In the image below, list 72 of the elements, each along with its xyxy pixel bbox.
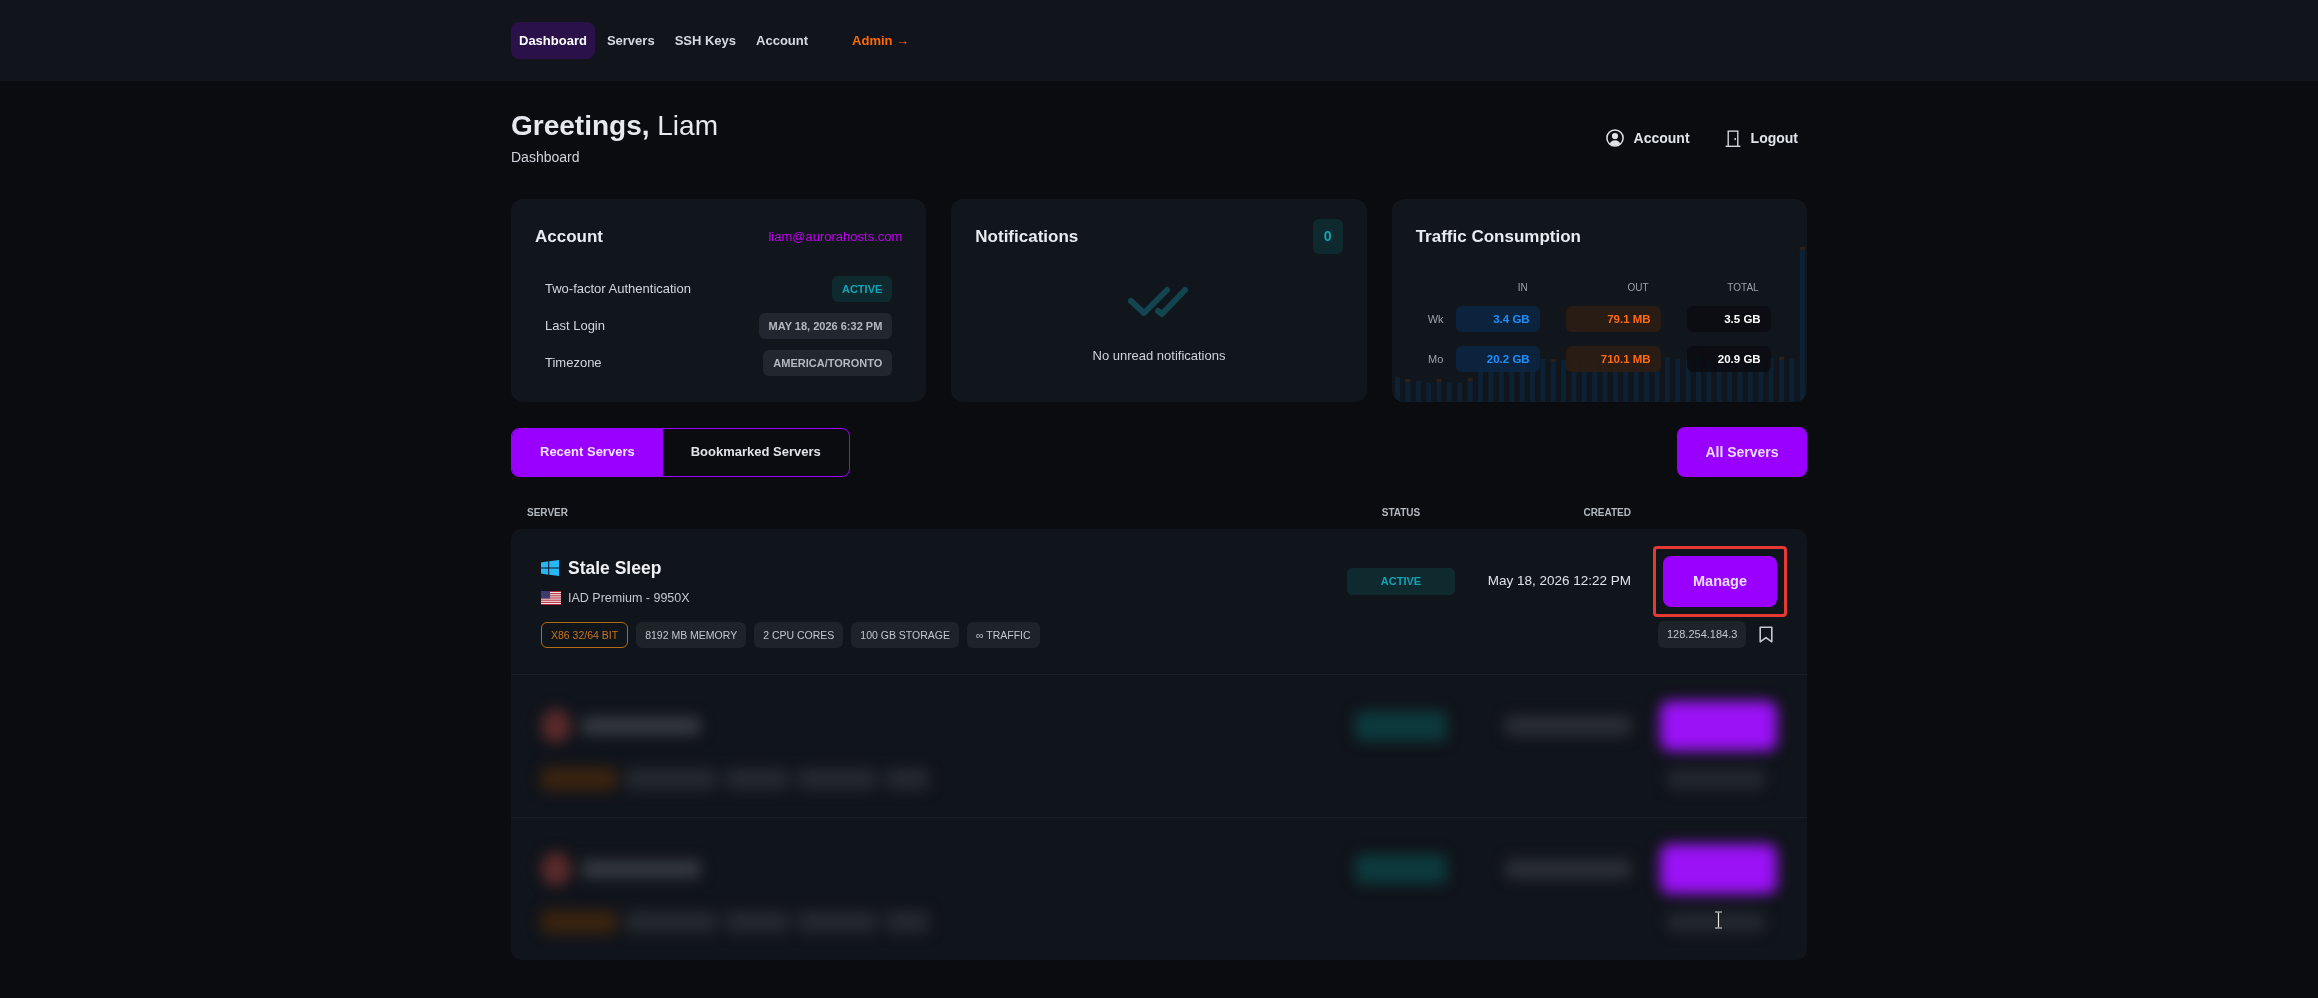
logout-link[interactable]: Logout xyxy=(1724,129,1798,147)
greeting-heading: Greetings, Liam xyxy=(511,109,718,143)
column-header: CREATED xyxy=(1583,506,1631,520)
setting-label: Last Login xyxy=(545,316,605,335)
column-header: STATUS xyxy=(1381,506,1421,520)
value-badge: AMERICA/TORONTO xyxy=(763,349,893,376)
traffic-bar xyxy=(1436,379,1442,402)
server-name: Stale Sleep xyxy=(568,556,662,579)
us-flag-icon xyxy=(541,590,561,605)
traffic-total-value: 20.9 GB xyxy=(1686,346,1771,372)
ip-address: 128.254.184.3 xyxy=(1658,621,1747,648)
column-header: TOTAL xyxy=(1726,281,1760,295)
traffic-bar xyxy=(1664,357,1670,402)
setting-label: Timezone xyxy=(545,353,602,372)
spec-tag: 100 GB STORAGE xyxy=(851,621,960,648)
empty-state-text: No unread notifications xyxy=(1092,347,1226,365)
column-header: OUT xyxy=(1626,281,1650,295)
traffic-in-value: 20.2 GB xyxy=(1455,346,1540,372)
traffic-bar xyxy=(1467,378,1473,402)
traffic-bar xyxy=(1789,359,1795,402)
traffic-bar xyxy=(1425,383,1431,402)
architecture-tag: X86 32/64 BIT xyxy=(541,621,629,648)
all-servers-button[interactable]: All Servers xyxy=(1677,427,1807,477)
card-title: Notifications xyxy=(975,225,1079,248)
row-label: Wk xyxy=(1426,311,1445,327)
traffic-bar xyxy=(1446,382,1452,402)
traffic-bar xyxy=(1550,359,1556,402)
traffic-bar xyxy=(1456,383,1462,402)
nav-link[interactable]: Servers xyxy=(598,22,663,59)
spec-tag: ∞ TRAFFIC xyxy=(967,621,1040,648)
nav-link[interactable]: Dashboard xyxy=(511,22,595,59)
double-check-icon xyxy=(1128,286,1190,317)
row-label: Mo xyxy=(1427,351,1445,367)
text-cursor-icon xyxy=(1714,911,1723,929)
notification-count-badge: 0 xyxy=(1312,219,1343,254)
traffic-bar xyxy=(1415,381,1421,402)
bookmark-icon[interactable] xyxy=(1759,626,1774,643)
manage-button[interactable]: Manage xyxy=(1663,556,1777,607)
card-title: Traffic Consumption xyxy=(1415,225,1581,248)
traffic-bar xyxy=(1540,359,1545,402)
spec-tag: 2 CPU CORES xyxy=(754,621,844,648)
nav-link[interactable]: Account xyxy=(748,22,817,59)
server-tab[interactable]: Recent Servers xyxy=(512,428,663,476)
traffic-bar xyxy=(1405,379,1411,402)
status-badge: ACTIVE xyxy=(1347,568,1455,595)
traffic-bar xyxy=(1477,370,1483,402)
traffic-bar xyxy=(1394,377,1400,402)
server-tab[interactable]: Bookmarked Servers xyxy=(662,428,849,476)
admin-link[interactable]: Admin → xyxy=(844,22,918,59)
traffic-out-value: 710.1 MB xyxy=(1565,346,1661,372)
traffic-total-value: 3.5 GB xyxy=(1686,306,1771,332)
traffic-bar xyxy=(1674,359,1680,402)
email-text: liam@aurorahosts.com xyxy=(768,227,903,246)
column-header: SERVER xyxy=(527,506,568,520)
spec-tag: 8192 MB MEMORY xyxy=(636,621,747,648)
traffic-in-value: 3.4 GB xyxy=(1455,306,1540,332)
account-link[interactable]: Account xyxy=(1605,129,1690,147)
windows-logo-icon xyxy=(541,559,559,576)
person-circle-icon xyxy=(1605,129,1624,147)
page-subtitle: Dashboard xyxy=(511,149,581,166)
traffic-bar xyxy=(1778,357,1784,402)
door-icon xyxy=(1724,129,1741,147)
status-badge: ACTIVE xyxy=(832,275,893,302)
setting-label: Two-factor Authentication xyxy=(545,279,691,298)
traffic-bar xyxy=(1560,360,1566,402)
created-date: May 18, 2026 12:22 PM xyxy=(1487,572,1631,591)
server-plan: IAD Premium - 9950X xyxy=(568,589,690,607)
value-badge: MAY 18, 2026 6:32 PM xyxy=(758,312,893,339)
card-title: Account xyxy=(535,225,603,248)
column-header: IN xyxy=(1516,281,1529,295)
nav-link[interactable]: SSH Keys xyxy=(666,22,745,59)
traffic-out-value: 79.1 MB xyxy=(1565,306,1661,332)
